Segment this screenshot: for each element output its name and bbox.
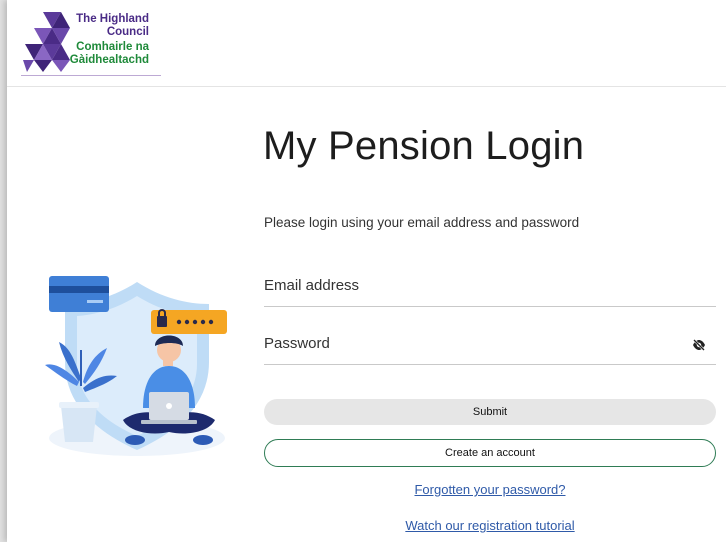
login-instructions: Please login using your email address an… — [264, 215, 580, 230]
logo-text-line-4: Gàidhealtachd — [69, 54, 149, 66]
email-label: Email address — [264, 277, 360, 294]
logo-text-line-3: Comhairle na — [76, 41, 149, 53]
page-title: My Pension Login — [263, 124, 585, 168]
email-field[interactable]: Email address — [264, 266, 716, 307]
page-frame: The Highland Council Comhairle na Gàidhe… — [7, 0, 726, 542]
password-label: Password — [264, 335, 330, 352]
council-logo[interactable]: The Highland Council Comhairle na Gàidhe… — [21, 10, 163, 76]
logo-text-line-2: Council — [106, 26, 149, 38]
eye-slash-icon[interactable] — [692, 338, 706, 356]
logo-text-line-1: The Highland — [76, 13, 149, 25]
security-illustration — [45, 276, 227, 456]
registration-tutorial-link[interactable]: Watch our registration tutorial — [264, 518, 716, 533]
create-account-button[interactable]: Create an account — [264, 439, 716, 467]
submit-button[interactable]: Submit — [264, 399, 716, 425]
password-field[interactable]: Password — [264, 324, 716, 365]
site-header: The Highland Council Comhairle na Gàidhe… — [7, 0, 726, 87]
forgot-password-link[interactable]: Forgotten your password? — [264, 482, 716, 497]
logo-underline — [21, 75, 161, 76]
